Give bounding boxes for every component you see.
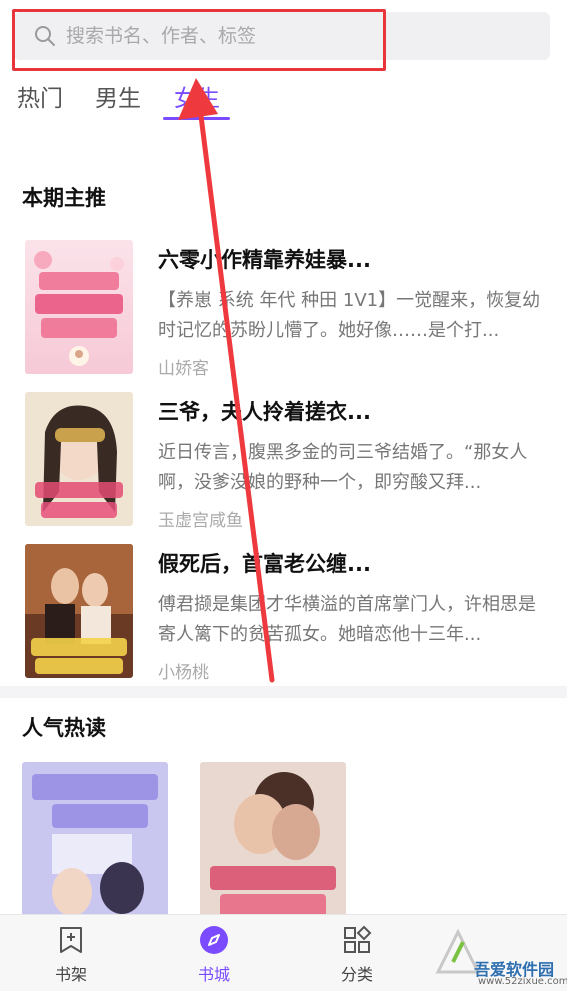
- nav-label: 书架: [54, 965, 87, 984]
- section-title-popular: 人气热读: [22, 716, 106, 740]
- book-title: 六零小作精靠养娃暴...: [158, 248, 371, 272]
- category-tabs: 热门 男生 女生: [0, 82, 567, 122]
- book-author: 小杨桃: [158, 663, 209, 683]
- watermark-url: www.52zixue.com: [478, 976, 567, 987]
- bookshelf-icon: [60, 927, 82, 953]
- book-description: 近日传言，腹黑多金的司三爷结婚了。“那女人啊，没爹没娘的野种一个，即穷酸又拜..…: [158, 442, 528, 493]
- book-description: 【养崽 系统 年代 种田 1V1】一觉醒来，恢复幼时记忆的苏盼儿懵了。她好像………: [158, 290, 541, 341]
- book-cover[interactable]: [25, 240, 133, 374]
- site-watermark: 吾爱软件园 www.52zixue.com: [418, 922, 567, 990]
- book-author: 玉虚宫咸鱼: [158, 511, 243, 531]
- section-divider: [0, 686, 567, 698]
- tab-male[interactable]: 男生: [95, 82, 141, 116]
- book-author: 山娇客: [158, 359, 209, 379]
- nav-bookshelf[interactable]: 书架: [26, 915, 116, 991]
- book-item[interactable]: 假死后，首富老公缠... 傅君撷是集团才华横溢的首席掌门人，许相思是寄人篱下的贫…: [0, 544, 567, 683]
- book-description: 傅君撷是集团才华横溢的首席掌门人，许相思是寄人篱下的贫苦孤女。她暗恋他十三年..…: [158, 594, 536, 645]
- book-title: 三爷，夫人拎着搓衣...: [158, 400, 371, 424]
- popular-book-cover[interactable]: [200, 762, 346, 922]
- nav-category[interactable]: 分类: [312, 915, 402, 991]
- book-item[interactable]: 三爷，夫人拎着搓衣... 近日传言，腹黑多金的司三爷结婚了。“那女人啊，没爹没娘…: [0, 392, 567, 531]
- book-cover[interactable]: [25, 392, 133, 526]
- nav-bookstore[interactable]: 书城: [169, 915, 259, 991]
- tab-female[interactable]: 女生: [174, 82, 220, 116]
- nav-label: 分类: [340, 965, 373, 984]
- tab-hot[interactable]: 热门: [17, 82, 63, 116]
- category-grid-icon: [344, 925, 372, 953]
- compass-icon: [200, 926, 228, 954]
- book-item[interactable]: 六零小作精靠养娃暴... 【养崽 系统 年代 种田 1V1】一觉醒来，恢复幼时记…: [0, 240, 567, 379]
- section-title-featured: 本期主推: [22, 186, 106, 210]
- popular-book-cover[interactable]: [22, 762, 168, 922]
- annotation-highlight-box: [12, 9, 386, 71]
- book-cover[interactable]: [25, 544, 133, 678]
- nav-label: 书城: [197, 965, 230, 984]
- book-title: 假死后，首富老公缠...: [158, 552, 371, 576]
- active-tab-indicator: [163, 117, 230, 120]
